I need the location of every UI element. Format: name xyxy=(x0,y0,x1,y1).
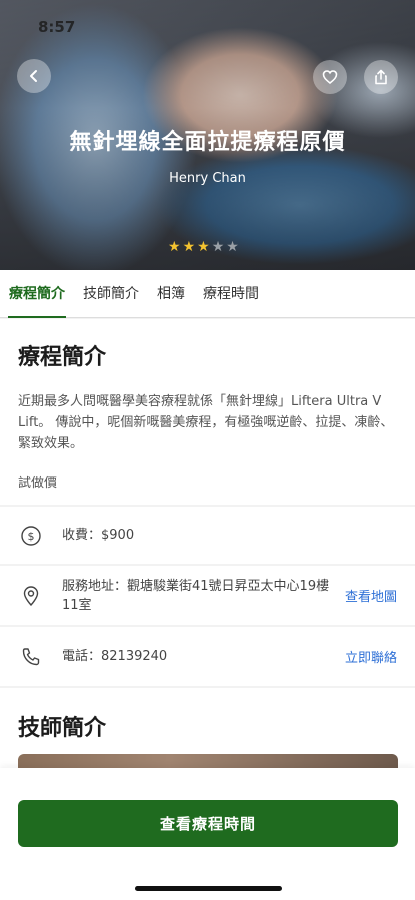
star-icon: ★ xyxy=(211,239,225,255)
intro-body: 近期最多人問嘅醫學美容療程就係「無針埋線」Liftera Ultra V Lif… xyxy=(18,394,394,451)
status-time: 8:57 xyxy=(38,18,76,36)
star-icon: ★ xyxy=(226,239,239,255)
intro-note: 試做價 xyxy=(18,476,58,491)
bottom-bar: 查看療程時間 xyxy=(0,768,415,900)
treatment-title: 無針埋線全面拉提療程原價 xyxy=(69,130,346,155)
technician-title: 技師簡介 xyxy=(18,716,107,741)
chevron-left-icon xyxy=(30,70,37,82)
location-pin-icon xyxy=(18,583,44,609)
technician-section: 技師簡介 xyxy=(0,688,415,770)
intro-section: 療程簡介 近期最多人問嘅醫學美容療程就係「無針埋線」Liftera Ultra … xyxy=(0,319,415,505)
rating-stars: ★ ★ ★ ★ ★ xyxy=(168,239,239,255)
share-button[interactable] xyxy=(364,60,398,94)
phone-row: 電話：82139240 立即聯絡 xyxy=(0,627,415,686)
favorite-button[interactable] xyxy=(313,60,347,94)
view-schedule-button[interactable]: 查看療程時間 xyxy=(18,800,398,847)
tab-0[interactable]: 療程簡介 xyxy=(0,270,74,318)
fee-text: 收費：$900 xyxy=(62,528,135,543)
phone-text: 電話：82139240 xyxy=(62,649,168,664)
back-button[interactable] xyxy=(17,59,51,93)
dollar-icon: $ xyxy=(18,523,44,549)
tab-1[interactable]: 技師簡介 xyxy=(74,270,148,318)
contact-now-link[interactable]: 立即聯絡 xyxy=(345,647,397,666)
view-map-link[interactable]: 查看地圖 xyxy=(345,586,397,605)
practitioner-name: Henry Chan xyxy=(169,171,246,186)
star-icon: ★ xyxy=(182,239,196,255)
home-indicator xyxy=(135,886,282,891)
tab-bar: 療程簡介 技師簡介 相簿 療程時間 xyxy=(0,270,415,318)
star-icon: ★ xyxy=(197,239,210,255)
share-icon xyxy=(375,69,387,85)
svg-text:$: $ xyxy=(28,530,35,543)
tab-3[interactable]: 療程時間 xyxy=(194,270,268,318)
heart-icon xyxy=(322,70,338,85)
address-text: 服務地址：觀塘駿業街41號日昇亞太中心19樓11室 xyxy=(62,578,330,613)
fee-row: $ 收費：$900 xyxy=(0,507,415,564)
intro-title: 療程簡介 xyxy=(18,345,107,370)
phone-icon xyxy=(18,644,44,670)
address-row: 服務地址：觀塘駿業街41號日昇亞太中心19樓11室 查看地圖 xyxy=(0,566,415,625)
tab-2[interactable]: 相簿 xyxy=(148,270,194,318)
star-icon: ★ xyxy=(168,239,181,255)
